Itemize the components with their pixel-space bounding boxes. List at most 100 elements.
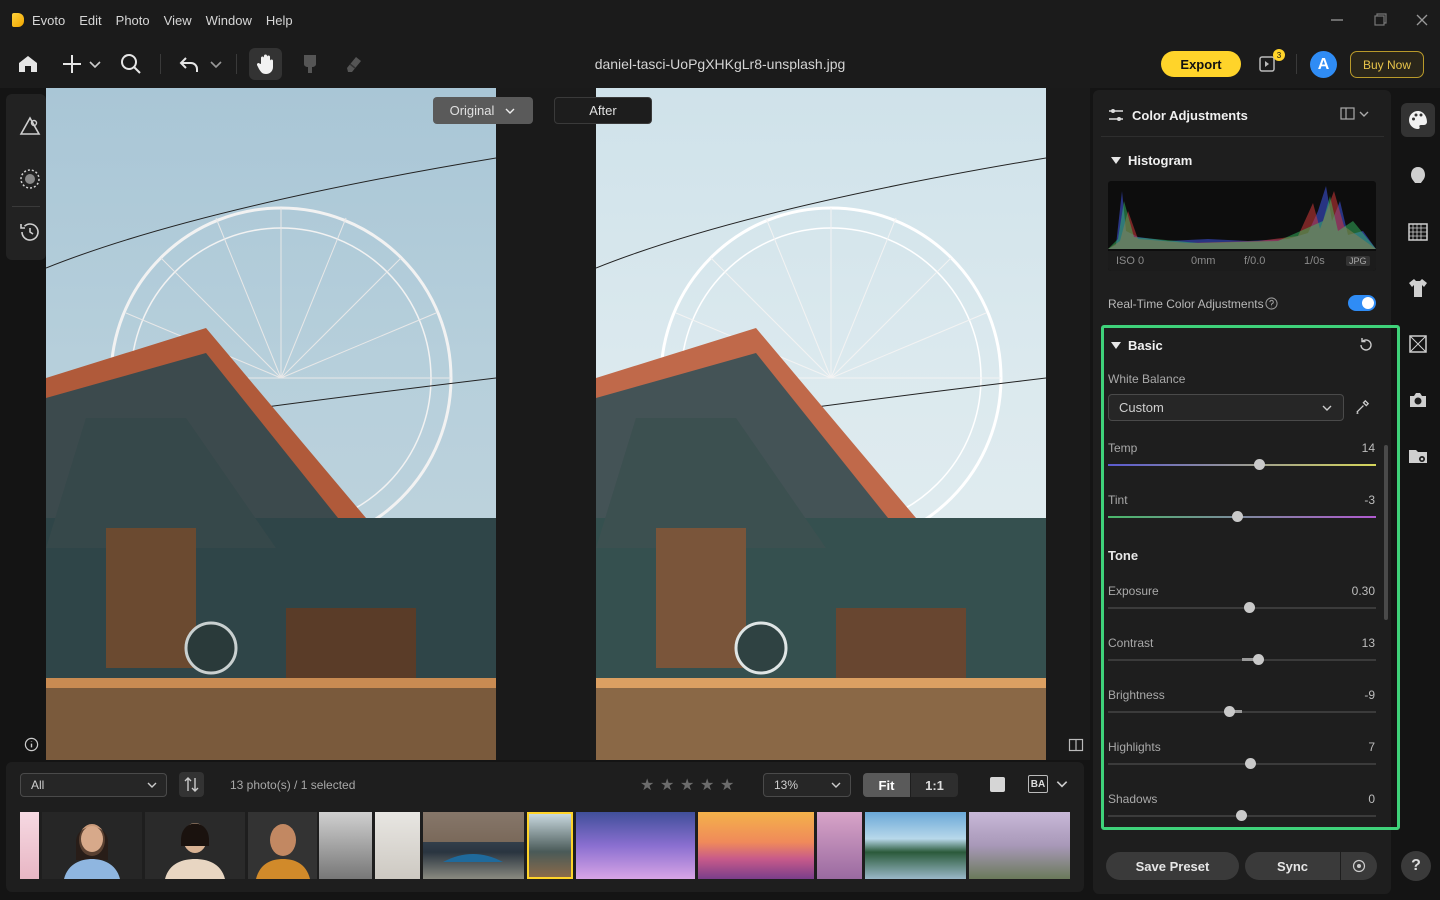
- help-button[interactable]: ?: [1401, 851, 1431, 881]
- hand-tool-icon[interactable]: [254, 52, 278, 76]
- original-photo[interactable]: [46, 88, 496, 760]
- shadows-slider-knob[interactable]: [1236, 810, 1247, 821]
- menu-view[interactable]: View: [164, 13, 192, 28]
- photo-thumbnail-selected[interactable]: [527, 812, 573, 879]
- export-button[interactable]: Export: [1161, 51, 1241, 77]
- add-icon[interactable]: [60, 52, 84, 76]
- shadows-value: 0: [1368, 792, 1375, 806]
- rating-star-2[interactable]: ★: [660, 775, 674, 795]
- panel-scrollbar[interactable]: [1384, 445, 1388, 620]
- rating-star-3[interactable]: ★: [680, 775, 694, 795]
- sync-settings-button[interactable]: [1341, 852, 1377, 880]
- photo-thumbnail[interactable]: [698, 812, 814, 879]
- white-balance-dropdown[interactable]: Custom: [1108, 394, 1344, 421]
- brightness-slider-track[interactable]: [1108, 711, 1376, 713]
- photo-thumbnail[interactable]: [375, 812, 420, 879]
- maximize-icon[interactable]: [1372, 12, 1388, 28]
- basic-title: Basic: [1128, 338, 1163, 353]
- gear-icon: [1352, 859, 1366, 873]
- undo-icon[interactable]: [177, 52, 201, 76]
- highlights-slider-track[interactable]: [1108, 763, 1376, 765]
- history-icon[interactable]: [18, 220, 42, 244]
- save-preset-button[interactable]: Save Preset: [1106, 852, 1239, 880]
- photo-thumbnail[interactable]: [817, 812, 862, 879]
- highlights-value: 7: [1368, 740, 1375, 754]
- photo-thumbnail[interactable]: [423, 812, 524, 879]
- search-icon[interactable]: [119, 52, 143, 76]
- after-photo[interactable]: [596, 88, 1046, 760]
- histogram-chart: ISO 0 0mm f/0.0 1/0s JPG: [1108, 181, 1376, 271]
- photo-thumbnail[interactable]: [20, 812, 39, 879]
- sync-button[interactable]: Sync: [1245, 852, 1340, 880]
- reset-icon[interactable]: [1357, 336, 1375, 354]
- photo-thumbnail[interactable]: [248, 812, 317, 879]
- panel-layout-icon[interactable]: [1340, 107, 1372, 121]
- chevron-down-icon[interactable]: [86, 52, 104, 76]
- collapse-triangle-icon[interactable]: [1110, 154, 1122, 166]
- close-icon[interactable]: [1414, 12, 1430, 28]
- before-after-view-icon[interactable]: BA: [1028, 775, 1048, 793]
- one-to-one-button[interactable]: 1:1: [911, 773, 958, 797]
- zoom-dropdown[interactable]: 13%: [763, 773, 851, 797]
- toolbar-divider: [1296, 54, 1297, 74]
- eraser-tool-icon[interactable]: [342, 52, 366, 76]
- view-mode-dropdown[interactable]: Original: [433, 97, 533, 124]
- face-icon[interactable]: [1406, 164, 1430, 188]
- exposure-slider-track[interactable]: [1108, 607, 1376, 609]
- temp-value: 14: [1361, 441, 1375, 455]
- minimize-icon[interactable]: [1329, 12, 1345, 28]
- rating-star-4[interactable]: ★: [700, 775, 714, 795]
- photo-thumbnail[interactable]: [865, 812, 966, 879]
- background-icon[interactable]: [1406, 220, 1430, 244]
- home-icon[interactable]: [16, 52, 40, 76]
- view-mode-label: Original: [449, 103, 495, 118]
- photo-thumbnail[interactable]: [576, 812, 695, 879]
- chevron-down-icon: [831, 782, 841, 788]
- menu-photo[interactable]: Photo: [116, 13, 150, 28]
- fit-button[interactable]: Fit: [863, 773, 910, 797]
- histogram-aperture: f/0.0: [1244, 255, 1266, 267]
- clothing-icon[interactable]: [1406, 276, 1430, 300]
- photo-filter-dropdown[interactable]: All: [20, 773, 167, 797]
- menu-edit[interactable]: Edit: [79, 13, 101, 28]
- collapse-triangle-icon[interactable]: [1110, 339, 1122, 351]
- menu-help[interactable]: Help: [266, 13, 293, 28]
- contrast-slider-knob[interactable]: [1253, 654, 1264, 665]
- temp-slider-track[interactable]: [1108, 464, 1376, 466]
- palette-icon[interactable]: [1406, 108, 1430, 132]
- photo-thumbnail[interactable]: [969, 812, 1070, 879]
- folder-view-icon[interactable]: [1406, 444, 1430, 468]
- compare-split-icon[interactable]: [1068, 737, 1084, 753]
- temp-slider-knob[interactable]: [1254, 459, 1265, 470]
- exposure-label: Exposure: [1108, 584, 1159, 598]
- chevron-down-icon[interactable]: [1055, 777, 1069, 791]
- rating-star-5[interactable]: ★: [720, 775, 734, 795]
- camera-icon[interactable]: [1406, 388, 1430, 412]
- crop-icon[interactable]: [1406, 332, 1430, 356]
- photo-thumbnail[interactable]: [145, 812, 245, 879]
- tint-slider-knob[interactable]: [1232, 511, 1243, 522]
- undo-history-chevron-icon[interactable]: [207, 52, 225, 76]
- help-circle-icon[interactable]: [1265, 297, 1278, 310]
- toggle-knob: [1362, 297, 1374, 309]
- photo-thumbnail[interactable]: [42, 812, 142, 879]
- panel-title: Color Adjustments: [1132, 108, 1248, 123]
- brush-tool-icon[interactable]: [298, 52, 322, 76]
- rating-star-1[interactable]: ★: [640, 775, 654, 795]
- buy-now-button[interactable]: Buy Now: [1350, 51, 1424, 78]
- photo-thumbnail[interactable]: [319, 812, 372, 879]
- temp-label: Temp: [1108, 441, 1138, 455]
- info-icon[interactable]: [24, 737, 39, 752]
- highlights-slider-knob[interactable]: [1245, 758, 1256, 769]
- single-view-icon[interactable]: [990, 777, 1005, 792]
- eyedropper-icon[interactable]: [1354, 398, 1371, 415]
- app-name: Evoto: [32, 12, 66, 28]
- realtime-toggle[interactable]: [1348, 295, 1376, 311]
- menu-window[interactable]: Window: [206, 13, 252, 28]
- avatar[interactable]: A: [1310, 51, 1337, 78]
- sort-button[interactable]: [179, 772, 204, 797]
- exposure-slider-knob[interactable]: [1244, 602, 1255, 613]
- retouch-tool-icon[interactable]: [18, 167, 42, 191]
- adjust-tool-icon[interactable]: [18, 114, 42, 138]
- brightness-slider-knob[interactable]: [1224, 706, 1235, 717]
